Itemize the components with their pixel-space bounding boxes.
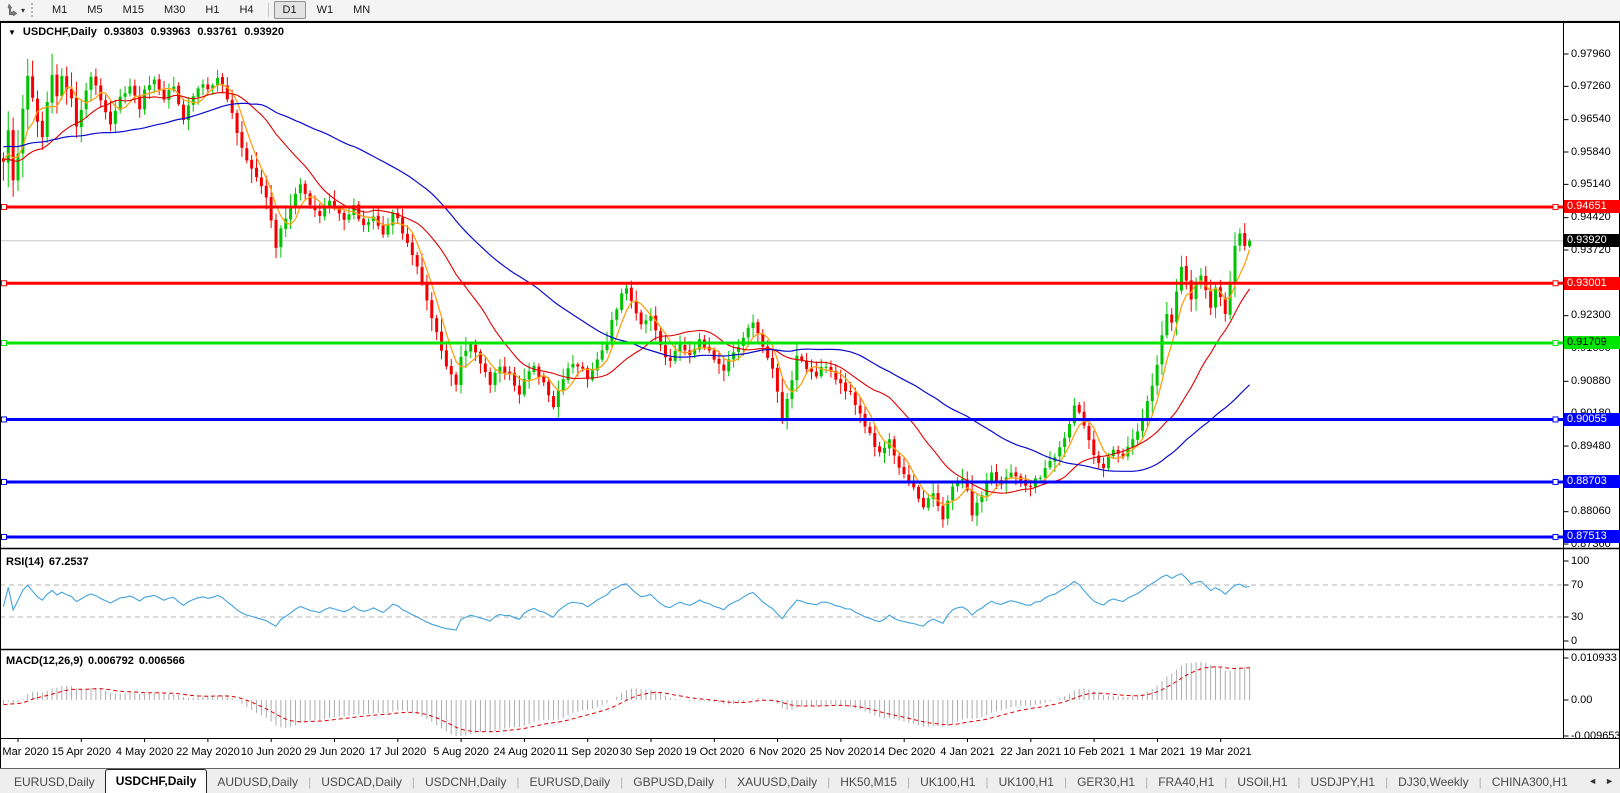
date-label: 19 Oct 2020	[684, 746, 744, 758]
macd-tick-label: 0.00	[1571, 694, 1592, 706]
rsi-tick-label: 70	[1571, 579, 1583, 591]
level-price-tag: 0.91709	[1564, 336, 1620, 349]
price-tick-label: 0.97960	[1571, 48, 1611, 60]
date-label: 25 Nov 2020	[810, 746, 872, 758]
macd-main-value: 0.006792	[88, 655, 134, 667]
timeframe-button-w1[interactable]: W1	[308, 1, 343, 19]
toolbar-gripper[interactable]	[31, 3, 36, 17]
price-tick-label: 0.88060	[1571, 505, 1611, 517]
date-label: 4 May 2020	[116, 746, 173, 758]
chart-tab-xauusd-daily[interactable]: XAUUSD,Daily	[727, 771, 827, 793]
price-tick-label: 0.97260	[1571, 80, 1611, 92]
date-label: 29 Jun 2020	[304, 746, 365, 758]
price-tick-label: 0.89480	[1571, 440, 1611, 452]
chart-tab-dj30-weekly[interactable]: DJ30,Weekly	[1388, 771, 1478, 793]
mt4-window: ▾ M1M5M15M30H1H4 D1W1MN ▼ USDCHF,Daily 0.93…	[0, 0, 1620, 792]
date-label: 10 Jun 2020	[241, 746, 302, 758]
price-tick-label: 0.95140	[1571, 178, 1611, 190]
chart-tab-ger30-h1[interactable]: GER30,H1	[1067, 771, 1145, 793]
macd-tick-label: 0.010933	[1571, 652, 1617, 664]
date-label: 19 Mar 2021	[1190, 746, 1252, 758]
ohlc-close: 0.93920	[244, 26, 284, 38]
date-label: 11 Sep 2020	[557, 746, 619, 758]
chart-tab-usdcnh-daily[interactable]: USDCNH,Daily	[415, 771, 516, 793]
chart-symbol-line: ▼ USDCHF,Daily 0.93803 0.93963 0.93761 0.9392…	[8, 26, 284, 38]
chart-tab-eurusd-daily[interactable]: EURUSD,Daily	[4, 771, 105, 793]
chart-tab-audusd-daily[interactable]: AUDUSD,Daily	[207, 771, 308, 793]
macd-label: MACD(12,26,9) 0.006792 0.006566	[6, 655, 190, 667]
cursor-arrows-glyph	[5, 3, 19, 17]
level-price-tag: 0.90055	[1564, 413, 1620, 426]
tab-scroll-right-icon[interactable]: ►	[1605, 776, 1614, 786]
chart-tab-bar: EURUSD,DailyUSDCHF,DailyAUDUSD,Daily|USD…	[0, 768, 1620, 793]
chart-tab-fra40-h1[interactable]: FRA40,H1	[1148, 771, 1224, 793]
level-price-tag: 0.93001	[1564, 277, 1620, 290]
tab-scroll-left-icon[interactable]: ◄	[1588, 776, 1597, 786]
date-label: 24 Aug 2020	[493, 746, 555, 758]
macd-name: MACD(12,26,9)	[6, 655, 83, 667]
rsi-tick-label: 100	[1571, 555, 1589, 567]
chart-tab-usdjpy-h1[interactable]: USDJPY,H1	[1301, 771, 1385, 793]
ohlc-low: 0.93761	[197, 26, 237, 38]
date-label: 15 Apr 2020	[52, 746, 111, 758]
timeframe-button-d1[interactable]: D1	[274, 1, 306, 19]
rsi-tick-label: 0	[1571, 635, 1577, 647]
timeframe-button-m30[interactable]: M30	[155, 1, 194, 19]
timeframe-button-m1[interactable]: M1	[43, 1, 76, 19]
date-label: 22 Jan 2021	[1001, 746, 1062, 758]
chart-tab-eurusd-daily[interactable]: EURUSD,Daily	[519, 771, 620, 793]
date-label: 14 Dec 2020	[873, 746, 935, 758]
symbol-title: USDCHF,Daily	[23, 26, 97, 38]
tab-scroll-controls: ◄ ►	[1582, 769, 1620, 793]
date-label: 1 Mar 2021	[1130, 746, 1186, 758]
macd-signal-value: 0.006566	[139, 655, 185, 667]
price-tick-label: 0.92300	[1571, 309, 1611, 321]
timeframe-toolbar: ▾ M1M5M15M30H1H4 D1W1MN	[0, 0, 1620, 21]
price-tick-label: 0.90880	[1571, 375, 1611, 387]
chart-tab-uk100-h1[interactable]: UK100,H1	[910, 771, 985, 793]
bid-price-tag: 0.93920	[1564, 234, 1620, 247]
chart-tabs: EURUSD,DailyUSDCHF,DailyAUDUSD,Daily|USD…	[0, 769, 1582, 793]
price-tick-label: 0.96540	[1571, 113, 1611, 125]
rsi-tick-label: 30	[1571, 611, 1583, 623]
price-tick-label: 0.95840	[1571, 146, 1611, 158]
chevron-down-icon[interactable]: ▾	[21, 6, 25, 15]
chart-tab-usdcad-daily[interactable]: USDCAD,Daily	[311, 771, 412, 793]
rsi-label: RSI(14) 67.2537	[6, 556, 94, 568]
date-label: 30 Sep 2020	[620, 746, 682, 758]
chart-tab-usoil-h1[interactable]: USOil,H1	[1227, 771, 1297, 793]
timeframe-button-h4[interactable]: H4	[230, 1, 262, 19]
chart-tab-china300-h1[interactable]: CHINA300,H1	[1482, 771, 1578, 793]
timeframe-button-mn[interactable]: MN	[344, 1, 379, 19]
chart-tab-usdchf-daily[interactable]: USDCHF,Daily	[105, 769, 208, 793]
date-label: 22 May 2020	[176, 746, 240, 758]
rsi-name: RSI(14)	[6, 556, 44, 568]
timeframe-button-m5[interactable]: M5	[78, 1, 111, 19]
price-chart-canvas[interactable]	[0, 0, 1620, 792]
symbol-collapse-icon[interactable]: ▼	[8, 28, 16, 37]
ohlc-open: 0.93803	[104, 26, 144, 38]
macd-tick-label: -0.009653	[1571, 730, 1620, 742]
ohlc-high: 0.93963	[151, 26, 191, 38]
timeframe-button-h1[interactable]: H1	[196, 1, 228, 19]
date-label: 17 Jul 2020	[369, 746, 426, 758]
level-price-tag: 0.87513	[1564, 530, 1620, 543]
date-label: 4 Jan 2021	[940, 746, 994, 758]
toolbar-separator	[268, 3, 269, 17]
chart-tab-hk50-m15[interactable]: HK50,M15	[830, 771, 907, 793]
date-label: 6 Nov 2020	[749, 746, 805, 758]
chart-cursor-icon[interactable]	[3, 2, 21, 18]
rsi-value: 67.2537	[49, 556, 89, 568]
timeframe-buttons: M1M5M15M30H1H4 D1W1MN	[42, 1, 380, 19]
date-label: 27 Mar 2020	[0, 746, 49, 758]
timeframe-button-m15[interactable]: M15	[114, 1, 153, 19]
date-label: 10 Feb 2021	[1063, 746, 1125, 758]
chart-tab-uk100-h1[interactable]: UK100,H1	[989, 771, 1064, 793]
date-label: 5 Aug 2020	[433, 746, 489, 758]
chart-tab-gbpusd-daily[interactable]: GBPUSD,Daily	[623, 771, 724, 793]
level-price-tag: 0.94651	[1564, 200, 1620, 213]
level-price-tag: 0.88703	[1564, 475, 1620, 488]
